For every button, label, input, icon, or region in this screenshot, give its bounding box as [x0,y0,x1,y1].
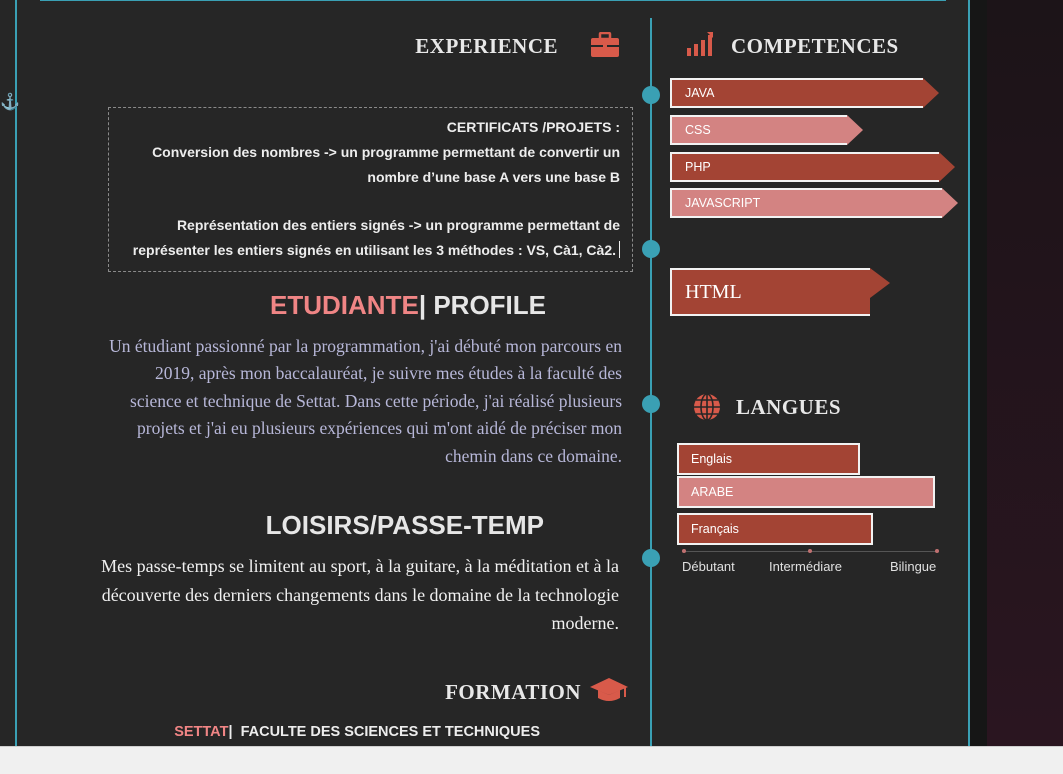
timeline-dot [642,549,660,567]
scale-label-debutant: Débutant [682,559,735,574]
project-item: Conversion des nombres -> un programme p… [152,144,620,185]
graduation-cap-icon [590,678,628,701]
scale-label-intermediare: Intermédiare [769,559,842,574]
language-label: ARABE [691,485,734,499]
language-label: Englais [691,452,732,466]
window-background [987,0,1063,746]
skill-html-label: HTML [685,281,742,303]
language-label: Français [691,522,739,536]
scale-tick [682,549,686,553]
top-divider [40,0,946,1]
timeline-line [650,18,652,746]
skill-label: CSS [685,123,711,137]
skill-label: PHP [685,160,711,174]
globe-icon [694,393,720,421]
experience-title: EXPERIENCE [415,34,558,58]
timeline-dot [642,240,660,258]
project-item: Représentation des entiers signés -> un … [132,217,620,258]
skill-label: JAVASCRIPT [685,196,761,210]
scale-tick [935,549,939,553]
language-bar-2: Français [677,513,873,545]
timeline-dot [642,86,660,104]
cv-page: ⚓ EXPERIENCE CERTIFICATS /PROJETS : Conv… [0,0,987,746]
skill-bar-php: PHP [670,152,955,182]
briefcase-icon [591,32,619,57]
text-cursor [619,241,620,258]
status-bar [0,746,1063,774]
competences-title: COMPETENCES [731,34,899,58]
skill-bar-java: JAVA [670,78,939,108]
certificats-heading: CERTIFICATS /PROJETS : [446,119,620,135]
skill-label: JAVA [685,86,715,100]
scale-tick [808,549,812,553]
language-bar-0: Englais [677,443,860,475]
formation-title: FORMATION [445,680,581,704]
formation-separator: | [228,724,233,740]
loisirs-text: Mes passe-temps se limitent au sport, à … [101,556,619,633]
profile-title: ETUDIANTE| PROFILE [270,290,546,321]
anchor-icon[interactable]: ⚓ [0,92,20,112]
page-shadow [970,0,987,746]
formation-city: SETTAT [174,724,229,740]
profile-text: Un étudiant passionné par la programmati… [109,336,622,466]
timeline-dot [642,395,660,413]
profile-title-accent: ETUDIANTE [270,290,419,320]
skill-bar-css: CSS [670,115,863,145]
profile-title-separator: | [418,290,427,320]
profile-title-rest: PROFILE [433,290,546,320]
scale-label-bilingue: Bilingue [890,559,937,574]
skill-bar-javascript: JAVASCRIPT [670,188,958,218]
bar-chart-icon [687,32,713,56]
langues-title: LANGUES [736,395,842,419]
certificats-box[interactable]: CERTIFICATS /PROJETS : Conversion des no… [108,107,633,272]
formation-school: FACULTE DES SCIENCES ET TECHNIQUES [240,724,540,740]
loisirs-title: LOISIRS/PASSE-TEMP [265,510,544,540]
formation-entry: SETTAT| FACULTE DES SCIENCES ET TECHNIQU… [174,724,540,740]
skill-html: HTML [670,268,890,316]
language-bar-1: ARABE [677,476,935,508]
